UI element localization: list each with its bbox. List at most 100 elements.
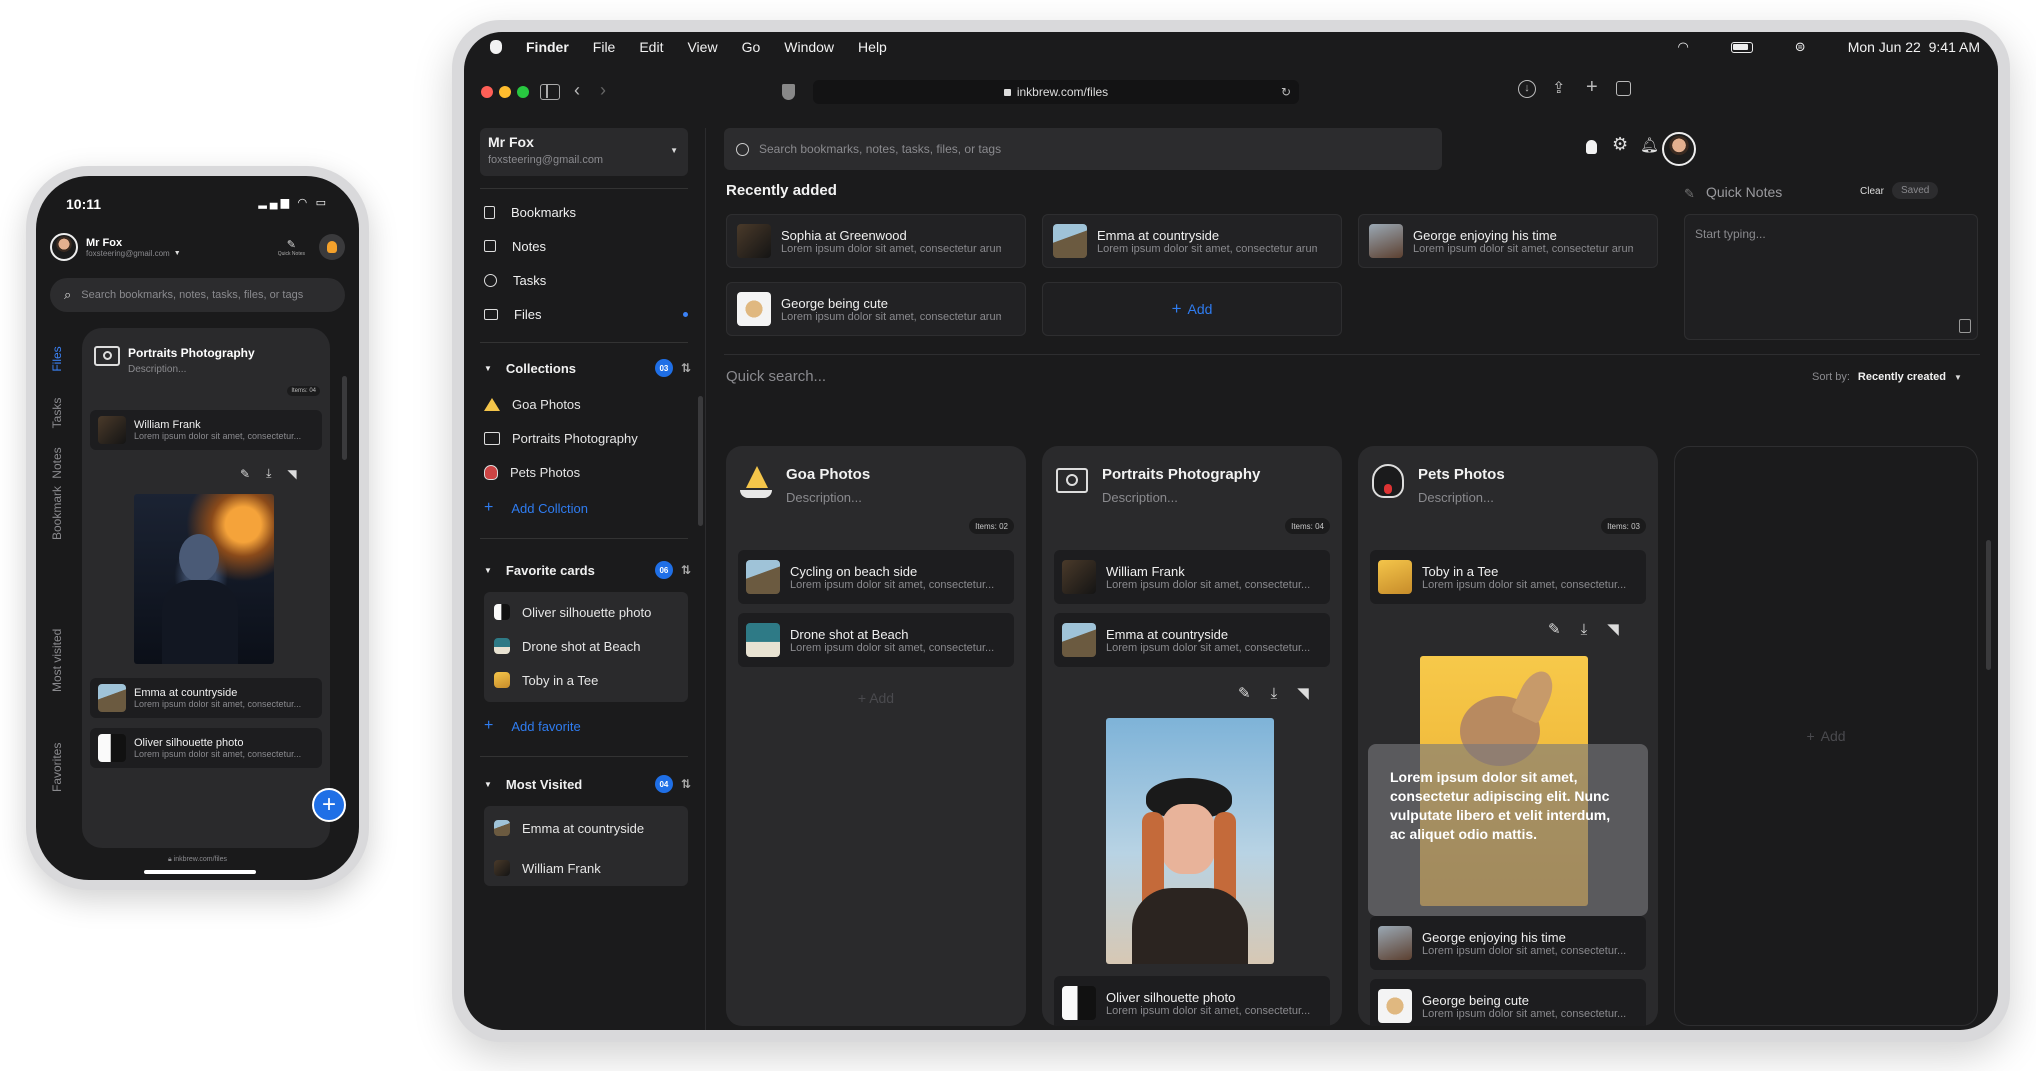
list-item[interactable]: Emma at countryside Lorem ipsum dolor sit…: [90, 678, 322, 718]
add-favorite-button[interactable]: + Add favorite: [484, 714, 581, 738]
menu-edit[interactable]: Edit: [639, 39, 663, 55]
flag-icon[interactable]: ◥: [1607, 620, 1619, 638]
minimize-window-button[interactable]: [499, 86, 511, 98]
phone-tab-files[interactable]: Files: [50, 340, 64, 378]
collections-header[interactable]: ▼ Collections 03 ⇅: [484, 356, 691, 380]
most-visited-header[interactable]: ▼ Most Visited 04 ⇅: [484, 772, 691, 796]
apple-icon[interactable]: [490, 40, 502, 54]
edit-icon[interactable]: ✎: [1548, 620, 1561, 638]
download-icon[interactable]: ↓: [1518, 80, 1536, 98]
avatar[interactable]: [50, 233, 78, 261]
reload-icon[interactable]: ↻: [1281, 85, 1291, 99]
menu-window[interactable]: Window: [784, 39, 834, 55]
phone-add-button[interactable]: +: [312, 788, 346, 822]
list-item[interactable]: Oliver silhouette photo Lorem ipsum dolor…: [90, 728, 322, 768]
sort-icon[interactable]: ⇅: [681, 777, 691, 791]
collection-item[interactable]: Pets Photos: [484, 460, 580, 484]
edit-icon[interactable]: ✎: [240, 466, 250, 481]
address-bar[interactable]: inkbrew.com/files ↻: [813, 80, 1299, 104]
recent-card[interactable]: George being cute Lorem ipsum dolor sit a…: [726, 282, 1026, 336]
quick-notes-clear-button[interactable]: Clear: [1860, 186, 1884, 197]
bulb-icon[interactable]: [1586, 140, 1597, 154]
tabs-overview-icon[interactable]: [1616, 81, 1631, 96]
bell-icon[interactable]: 🔔︎: [1640, 136, 1659, 154]
sidebar-item-files[interactable]: Files: [484, 302, 688, 326]
chevron-down-icon[interactable]: ▼: [484, 566, 492, 575]
add-collection-button[interactable]: + Add Collction: [484, 496, 588, 520]
add-recent-button[interactable]: + Add: [1042, 282, 1342, 336]
list-item[interactable]: Cycling on beach side Lorem ipsum dolor s…: [738, 550, 1014, 604]
clipboard-icon[interactable]: [1959, 319, 1971, 333]
sort-icon[interactable]: ⇅: [681, 563, 691, 577]
bulb-icon[interactable]: [319, 234, 345, 260]
account-switcher[interactable]: Mr Fox foxsteering@gmail.com ▼: [480, 128, 688, 176]
list-item[interactable]: William Frank Lorem ipsum dolor sit amet,…: [90, 410, 322, 450]
list-item[interactable]: George being cute Lorem ipsum dolor sit a…: [1370, 979, 1646, 1026]
caret-down-icon[interactable]: ▼: [174, 250, 181, 257]
sort-icon[interactable]: ⇅: [681, 361, 691, 375]
recent-card[interactable]: Sophia at Greenwood Lorem ipsum dolor sit…: [726, 214, 1026, 268]
menu-view[interactable]: View: [687, 39, 717, 55]
favorite-item[interactable]: Oliver silhouette photo: [494, 600, 651, 624]
battery-icon[interactable]: [1730, 41, 1753, 53]
phone-quick-notes-button[interactable]: ✎ Quick Notes: [278, 238, 305, 257]
phone-tab-notes[interactable]: Notes: [50, 444, 64, 482]
chevron-down-icon[interactable]: ▼: [484, 780, 492, 789]
most-visited-item[interactable]: Emma at countryside: [494, 816, 644, 840]
edit-icon[interactable]: ✎: [1238, 684, 1251, 702]
list-item[interactable]: Oliver silhouette photo Lorem ipsum dolor…: [1054, 976, 1330, 1026]
list-item[interactable]: Toby in a Tee Lorem ipsum dolor sit amet,…: [1370, 550, 1646, 604]
add-item-button[interactable]: + Add: [726, 690, 1026, 706]
flag-icon[interactable]: ◥: [1297, 684, 1309, 702]
share-icon[interactable]: ⇪: [1552, 78, 1565, 98]
favorites-header[interactable]: ▼ Favorite cards 06 ⇅: [484, 558, 691, 582]
quick-search-input[interactable]: Quick search...: [726, 368, 826, 385]
download-icon[interactable]: ⤓: [266, 466, 271, 481]
list-item[interactable]: William Frank Lorem ipsum dolor sit amet,…: [1054, 550, 1330, 604]
menu-file[interactable]: File: [593, 39, 616, 55]
recent-card[interactable]: Emma at countryside Lorem ipsum dolor sit…: [1042, 214, 1342, 268]
phone-tab-favorites[interactable]: Favorites: [50, 743, 64, 792]
zoom-window-button[interactable]: [517, 86, 529, 98]
main-scrollbar[interactable]: [1986, 540, 1991, 670]
download-icon[interactable]: ⤓: [1271, 684, 1278, 702]
phone-search-input[interactable]: ⌕ Search bookmarks, notes, tasks, files,…: [50, 278, 345, 312]
recent-card[interactable]: George enjoying his time Lorem ipsum dolo…: [1358, 214, 1658, 268]
phone-scrollbar[interactable]: [342, 376, 347, 460]
close-window-button[interactable]: [481, 86, 493, 98]
back-icon[interactable]: ‹: [574, 80, 580, 101]
sort-control[interactable]: Sort by: Recently created ▼: [1812, 371, 1962, 383]
sidebar-item-bookmarks[interactable]: Bookmarks: [484, 200, 576, 224]
collection-item[interactable]: Goa Photos: [484, 392, 581, 416]
chevron-down-icon[interactable]: ▼: [484, 364, 492, 373]
gear-icon[interactable]: ⚙: [1612, 134, 1628, 155]
phone-tab-bookmark[interactable]: Bookmark: [50, 486, 64, 540]
phone-user-header[interactable]: Mr Fox foxsteering@gmail.com ▼ ✎ Quick N…: [50, 226, 345, 268]
menu-help[interactable]: Help: [858, 39, 887, 55]
sidebar-scrollbar[interactable]: [698, 396, 703, 526]
shield-icon[interactable]: [782, 84, 795, 100]
forward-icon[interactable]: ›: [600, 80, 606, 101]
phone-tab-tasks[interactable]: Tasks: [50, 394, 64, 432]
sidebar-item-tasks[interactable]: Tasks: [484, 268, 546, 292]
download-icon[interactable]: ⤓: [1581, 620, 1588, 638]
phone-tab-most-visited[interactable]: Most visited: [50, 629, 64, 692]
favorite-item[interactable]: Toby in a Tee: [494, 668, 598, 692]
control-center-icon[interactable]: ⊜: [1795, 39, 1806, 55]
collection-item[interactable]: Portraits Photography: [484, 426, 638, 450]
flag-icon[interactable]: ◥: [287, 466, 296, 481]
menu-go[interactable]: Go: [742, 39, 761, 55]
wifi-icon[interactable]: ◠: [1677, 39, 1688, 55]
sidebar-item-notes[interactable]: Notes: [484, 234, 546, 258]
list-item[interactable]: George enjoying his time Lorem ipsum dolo…: [1370, 916, 1646, 970]
empty-collection-column[interactable]: + Add: [1674, 446, 1978, 1026]
favorite-item[interactable]: Drone shot at Beach: [494, 634, 641, 658]
list-item[interactable]: Emma at countryside Lorem ipsum dolor sit…: [1054, 613, 1330, 667]
list-item[interactable]: Drone shot at Beach Lorem ipsum dolor sit…: [738, 613, 1014, 667]
search-input[interactable]: Search bookmarks, notes, tasks, files, o…: [724, 128, 1442, 170]
avatar[interactable]: [1662, 132, 1696, 166]
sidebar-toggle-icon[interactable]: [540, 84, 560, 100]
new-tab-icon[interactable]: +: [1586, 76, 1598, 99]
most-visited-item[interactable]: William Frank: [494, 856, 601, 880]
quick-notes-textarea[interactable]: Start typing...: [1684, 214, 1978, 340]
